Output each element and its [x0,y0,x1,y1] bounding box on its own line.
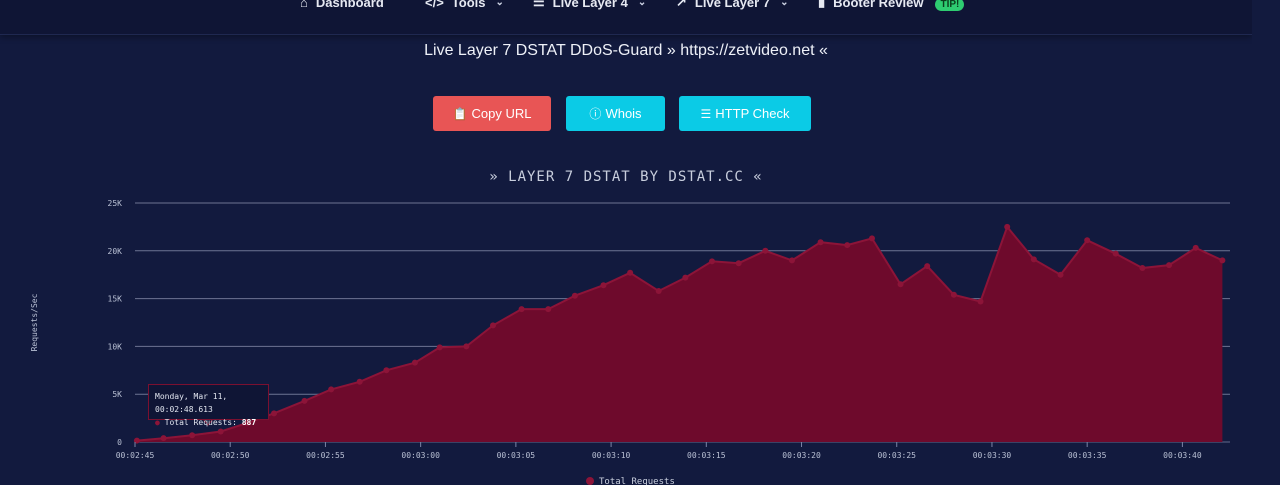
x-tick-label: 00:03:20 [782,451,821,460]
data-point [1030,256,1037,263]
data-point [682,274,689,281]
y-tick-label: 25K [108,199,123,208]
tooltip-date: Monday, Mar 11, 00:02:48.613 [155,392,228,414]
data-point [490,322,497,329]
x-tick-label: 00:02:50 [211,451,250,460]
data-point [924,263,931,270]
data-point [217,428,224,435]
data-point [762,247,769,254]
data-point [655,287,662,294]
data-point [789,257,795,264]
data-point [160,435,167,442]
x-tick-label: 00:03:10 [592,451,631,460]
x-tick-label: 00:03:15 [687,451,726,460]
data-point [189,432,196,439]
y-tick-label: 10K [108,342,123,351]
data-point [868,235,875,242]
data-point [897,281,904,288]
data-point [1084,237,1091,244]
x-tick-label: 00:03:35 [1068,451,1107,460]
data-point [571,292,578,299]
x-tick-label: 00:03:05 [497,451,536,460]
y-axis-label: Requests/Sec [30,293,39,351]
x-tick-label: 00:03:25 [877,451,916,460]
data-point [1192,244,1199,251]
x-tick-label: 00:02:45 [116,451,155,460]
y-tick-label: 15K [108,295,123,304]
data-point [977,298,984,305]
y-tick-label: 20K [108,247,123,256]
data-point [411,359,418,366]
tooltip-series: Total Requests [164,418,233,427]
x-tick-label: 00:03:00 [401,451,440,460]
data-point [328,386,335,393]
tooltip-series-dot: ● [155,418,160,427]
data-point [844,242,851,249]
x-tick-label: 00:03:30 [973,451,1012,460]
y-tick-label: 5K [112,390,122,399]
data-point [1057,271,1064,278]
data-point [1139,265,1146,272]
data-point [627,269,634,276]
data-point [436,344,443,351]
data-point [356,378,363,385]
chart-tooltip: Monday, Mar 11, 00:02:48.613 ● Total Req… [148,384,269,427]
y-tick-label: 0 [117,438,122,447]
data-point [383,367,390,374]
page-scrollbar[interactable] [1252,0,1280,485]
legend-marker [586,477,594,485]
data-point [709,258,716,265]
data-point [817,239,824,246]
data-point [1112,250,1119,257]
tooltip-value: 887 [241,418,257,427]
series-area [136,226,1223,442]
tooltip-row: ● Total Requests: 887 [155,418,257,427]
data-point [545,306,552,313]
data-point [735,260,742,267]
data-point [600,282,607,289]
data-point [301,397,308,404]
data-point [1166,262,1173,269]
data-point [518,306,525,313]
data-point [271,410,278,417]
data-point [1004,223,1011,230]
x-tick-label: 00:03:40 [1163,451,1202,460]
data-point [1219,257,1226,264]
x-tick-label: 00:02:55 [306,451,345,460]
data-point [950,291,957,298]
legend-label: Total Requests [599,477,675,485]
data-point [463,343,470,350]
